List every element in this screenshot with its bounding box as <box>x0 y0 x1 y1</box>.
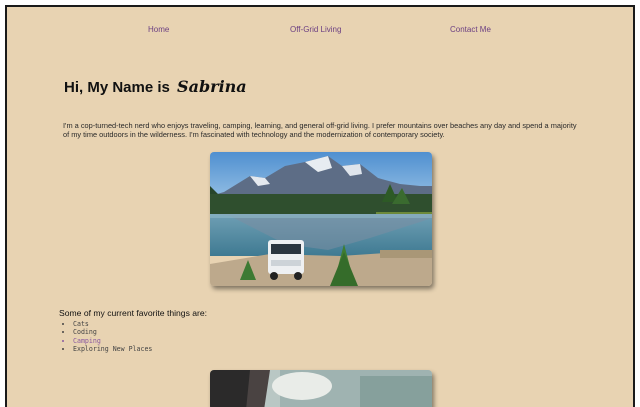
page-frame: Home Off-Grid Living Contact Me Hi, My N… <box>5 5 635 407</box>
list-item: Exploring New Places <box>73 345 152 353</box>
favorites-heading: Some of my current favorite things are: <box>59 307 208 318</box>
page-title: Hi, My Name is Sabrina <box>64 77 247 96</box>
list-item: Cats <box>73 320 152 328</box>
greeting-text: Hi, My Name is <box>64 79 170 97</box>
nav-link-off-grid-living[interactable]: Off-Grid Living <box>290 25 341 34</box>
top-nav: Home Off-Grid Living Contact Me <box>7 25 633 39</box>
photo-illustration-2 <box>210 370 432 407</box>
second-photo <box>210 370 432 407</box>
nav-link-contact-me[interactable]: Contact Me <box>450 25 491 34</box>
mountain-lake-van-photo <box>210 152 432 286</box>
nav-link-home[interactable]: Home <box>148 25 169 34</box>
list-item: Coding <box>73 328 152 336</box>
name-text: Sabrina <box>177 77 247 97</box>
intro-paragraph: I'm a cop-turned-tech nerd who enjoys tr… <box>63 121 577 140</box>
photo-illustration <box>210 152 432 286</box>
list-item-link-camping[interactable]: Camping <box>73 337 152 345</box>
favorites-list: Cats Coding Camping Exploring New Places <box>59 320 152 354</box>
